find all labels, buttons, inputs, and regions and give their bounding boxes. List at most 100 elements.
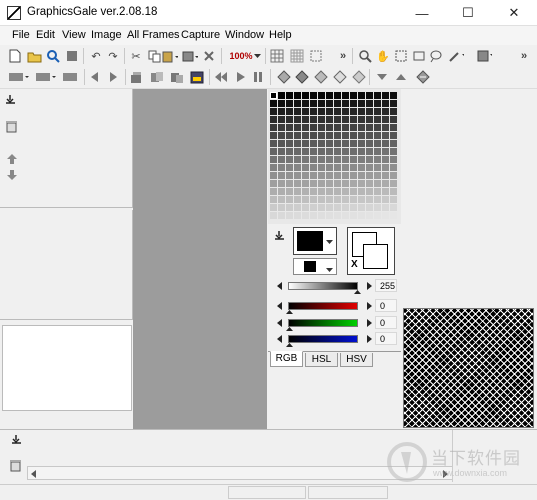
swap-colors-box[interactable]: X [347, 227, 395, 275]
palette-cell[interactable] [390, 188, 397, 195]
palette-cell[interactable] [302, 172, 309, 179]
palette-cell[interactable] [270, 116, 277, 123]
palette-cell[interactable] [350, 108, 357, 115]
palette-cell[interactable] [310, 164, 317, 171]
gray-slider[interactable] [288, 282, 358, 290]
palette-cell[interactable] [374, 196, 381, 203]
palette-cell[interactable] [294, 188, 301, 195]
palette-cell[interactable] [270, 156, 277, 163]
palette-cell[interactable] [326, 196, 333, 203]
move-down-icon[interactable] [374, 69, 390, 85]
palette-cell[interactable] [334, 92, 341, 99]
palette-cell[interactable] [382, 148, 389, 155]
palette-cell[interactable] [302, 212, 309, 219]
tab-rgb[interactable]: RGB [270, 351, 303, 367]
palette-cell[interactable] [286, 196, 293, 203]
palette-cell[interactable] [366, 164, 373, 171]
palette-cell[interactable] [334, 188, 341, 195]
palette-cell[interactable] [334, 164, 341, 171]
green-thumb-icon[interactable] [286, 327, 293, 331]
select-grid-icon[interactable] [308, 48, 324, 64]
palette-cell[interactable] [382, 172, 389, 179]
palette-cell[interactable] [334, 132, 341, 139]
close-button[interactable]: ✕ [491, 0, 537, 26]
palette-cell[interactable] [310, 140, 317, 147]
palette-cell[interactable] [350, 140, 357, 147]
red-value[interactable]: 0 [375, 299, 397, 312]
palette-cell[interactable] [382, 92, 389, 99]
palette-cell[interactable] [294, 92, 301, 99]
palette-cell[interactable] [358, 92, 365, 99]
palette-cell[interactable] [366, 140, 373, 147]
palette-cell[interactable] [366, 132, 373, 139]
palette-cell[interactable] [318, 164, 325, 171]
palette-cell[interactable] [358, 140, 365, 147]
palette-cell[interactable] [270, 108, 277, 115]
palette-cell[interactable] [358, 132, 365, 139]
menu-file[interactable]: File [12, 29, 30, 41]
palette-cell[interactable] [350, 92, 357, 99]
palette-cell[interactable] [366, 156, 373, 163]
bg-dropdown-icon[interactable] [326, 264, 334, 276]
palette-cell[interactable] [374, 124, 381, 131]
palette-cell[interactable] [334, 172, 341, 179]
frame-strip-3-icon[interactable] [61, 69, 83, 85]
palette-cell[interactable] [294, 172, 301, 179]
palette-cell[interactable] [366, 204, 373, 211]
frames-icon[interactable] [128, 69, 144, 85]
palette-cell[interactable] [342, 148, 349, 155]
gray-right-arrow-icon[interactable] [367, 282, 373, 290]
palette-cell[interactable] [374, 100, 381, 107]
palette-cell[interactable] [318, 196, 325, 203]
palette-cell[interactable] [294, 100, 301, 107]
palette-cell[interactable] [318, 148, 325, 155]
red-thumb-icon[interactable] [286, 310, 293, 314]
palette-cell[interactable] [334, 212, 341, 219]
red-slider[interactable] [288, 302, 358, 310]
palette-cell[interactable] [326, 124, 333, 131]
red-right-arrow-icon[interactable] [367, 302, 373, 310]
palette-cell[interactable] [286, 92, 293, 99]
palette-cell[interactable] [350, 148, 357, 155]
palette-cell[interactable] [374, 188, 381, 195]
red-left-arrow-icon[interactable] [277, 302, 283, 310]
palette-cell[interactable] [326, 116, 333, 123]
green-value[interactable]: 0 [375, 316, 397, 329]
open-folder-icon[interactable] [26, 48, 42, 64]
magic-wand-icon[interactable] [448, 48, 464, 64]
palette-cell[interactable] [270, 92, 277, 99]
down-arrow-icon[interactable] [7, 170, 17, 183]
palette-cell[interactable] [358, 164, 365, 171]
palette-cell[interactable] [382, 132, 389, 139]
palette-cell[interactable] [390, 204, 397, 211]
palette-cell[interactable] [390, 164, 397, 171]
palette-cell[interactable] [358, 100, 365, 107]
palette-cell[interactable] [270, 172, 277, 179]
menu-window[interactable]: Window [225, 29, 264, 41]
palette-grid[interactable] [270, 92, 399, 222]
palette-cell[interactable] [326, 140, 333, 147]
layer-add-icon[interactable] [294, 69, 310, 85]
menu-capture[interactable]: Capture [181, 29, 220, 41]
palette-cell[interactable] [382, 116, 389, 123]
palette-cell[interactable] [374, 164, 381, 171]
drawing-canvas[interactable] [133, 89, 267, 429]
palette-cell[interactable] [382, 204, 389, 211]
add-frame-icon[interactable] [149, 69, 165, 85]
grid-fine-icon[interactable] [289, 48, 305, 64]
palette-cell[interactable] [374, 116, 381, 123]
green-right-arrow-icon[interactable] [367, 319, 373, 327]
palette-cell[interactable] [342, 212, 349, 219]
palette-cell[interactable] [326, 212, 333, 219]
gray-value[interactable]: 255 [375, 279, 397, 292]
gray-left-arrow-icon[interactable] [277, 282, 283, 290]
palette-cell[interactable] [294, 156, 301, 163]
blue-thumb-icon[interactable] [286, 343, 293, 347]
palette-cell[interactable] [294, 116, 301, 123]
trash-icon[interactable] [8, 458, 22, 475]
palette-cell[interactable] [270, 148, 277, 155]
palette-cell[interactable] [318, 116, 325, 123]
palette-cell[interactable] [358, 124, 365, 131]
green-left-arrow-icon[interactable] [277, 319, 283, 327]
palette-cell[interactable] [318, 124, 325, 131]
